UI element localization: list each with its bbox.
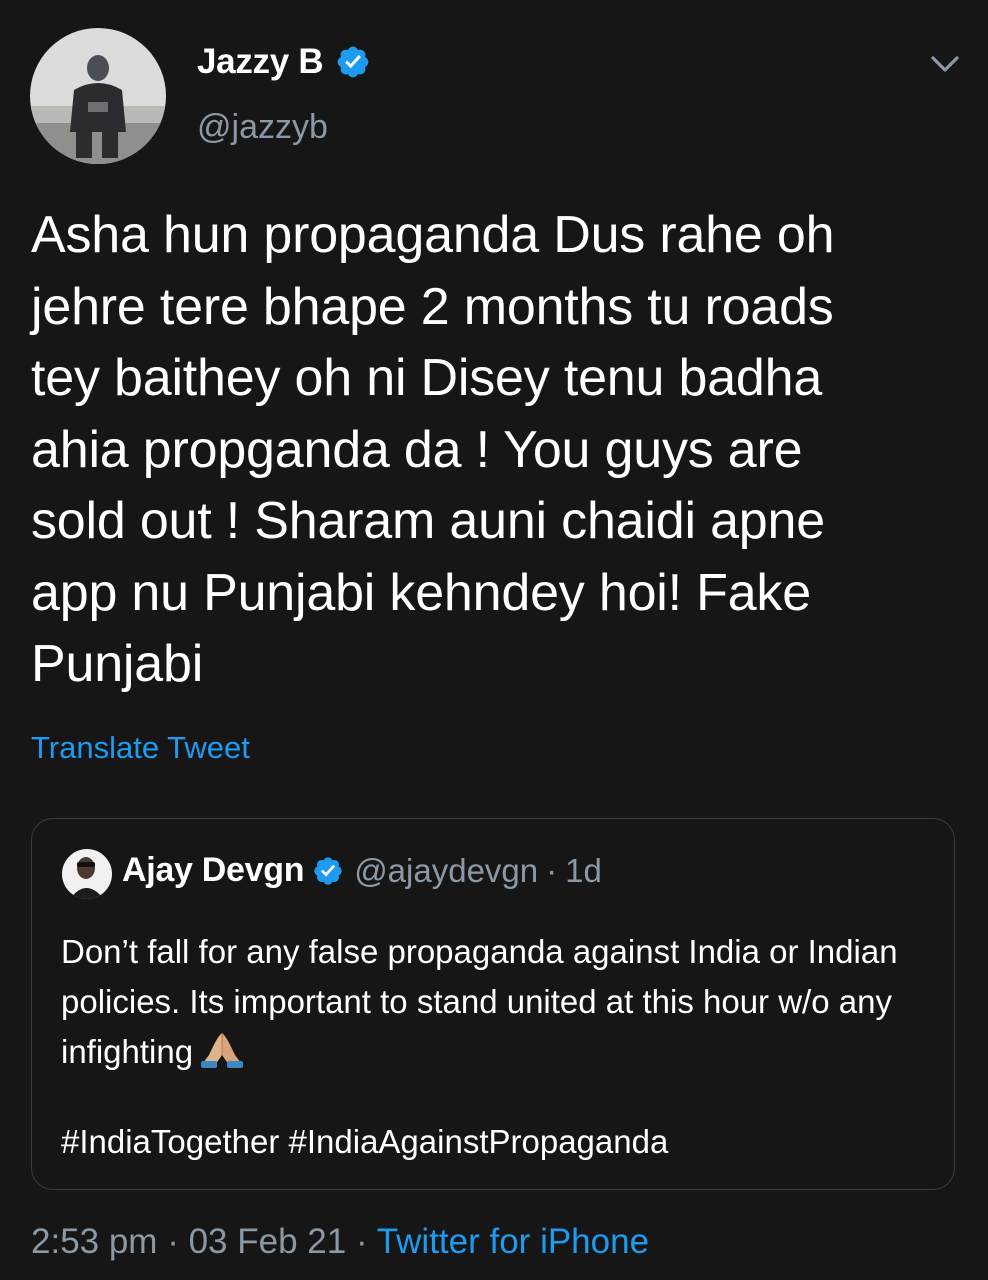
tweet-date: 03 Feb 21 [188, 1222, 347, 1261]
tweet-footer: 2:53 pm · 03 Feb 21 · Twitter for iPhone [31, 1222, 649, 1262]
quoted-author-name[interactable]: Ajay Devgn [122, 851, 304, 890]
quoted-hashtags[interactable]: #IndiaTogether #IndiaAgainstPropaganda [61, 1123, 668, 1161]
author-name[interactable]: Jazzy B [197, 42, 324, 82]
quoted-timestamp: 1d [565, 851, 602, 889]
quoted-author-avatar[interactable] [62, 849, 112, 899]
quoted-tweet-text: Don’t fall for any false propaganda agai… [61, 927, 931, 1077]
author-handle[interactable]: @jazzyb [197, 108, 328, 147]
quoted-header: Ajay Devgn @ajaydevgn · 1d [122, 851, 602, 890]
tweet-time: 2:53 pm [31, 1222, 158, 1261]
quoted-tweet-body: Don’t fall for any false propaganda agai… [61, 933, 898, 1070]
separator-dot: · [355, 1222, 368, 1261]
tweet-text: Asha hun propaganda Dus rahe oh jehre te… [31, 206, 835, 693]
verified-badge-icon [314, 856, 342, 885]
separator-dot: · [167, 1222, 179, 1261]
author-avatar[interactable] [30, 28, 166, 164]
quoted-tweet-card[interactable]: Ajay Devgn @ajaydevgn · 1d Don’t fall fo… [31, 818, 955, 1190]
verified-badge-icon [337, 46, 369, 78]
chevron-down-icon[interactable] [928, 52, 962, 76]
folded-hands-emoji-icon [201, 1033, 244, 1068]
separator-dot: · [546, 851, 558, 889]
translate-tweet-link[interactable]: Translate Tweet [31, 730, 250, 766]
author-name-row[interactable]: Jazzy B [197, 42, 371, 82]
tweet-detail: Jazzy B @jazzyb Asha hun propaganda Dus … [0, 0, 988, 1280]
quoted-author-handle[interactable]: @ajaydevgn [354, 852, 538, 890]
tweet-source-link[interactable]: Twitter for iPhone [377, 1222, 649, 1261]
